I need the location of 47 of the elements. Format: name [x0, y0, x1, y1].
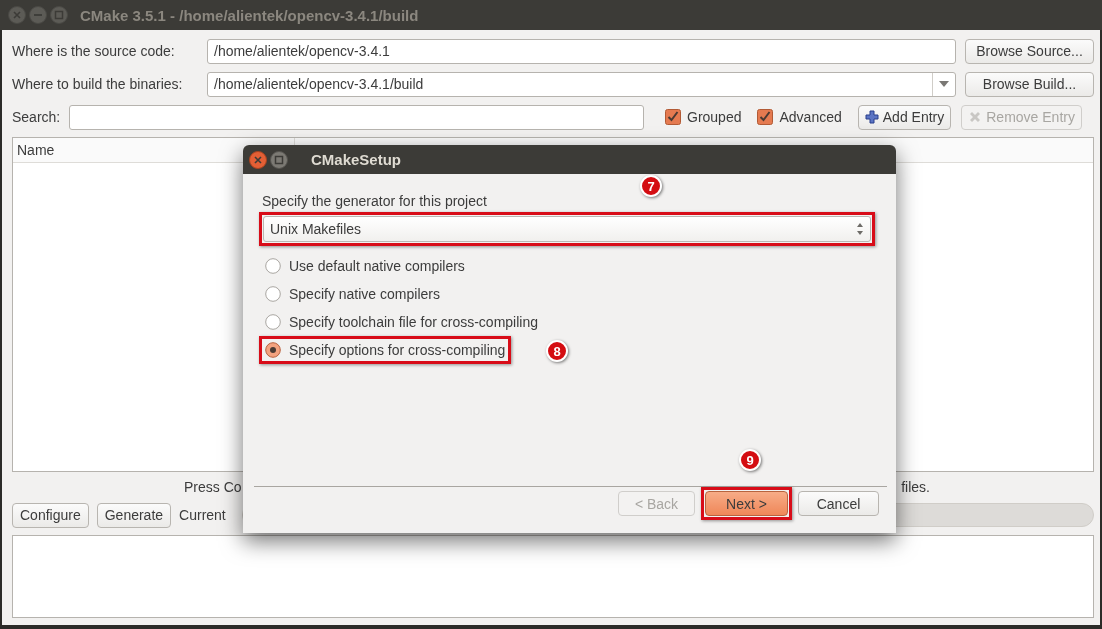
- checkbox-label: Grouped: [687, 109, 742, 125]
- path-field[interactable]: /home/alientek/opencv-3.4.1: [207, 38, 956, 64]
- maximize-button[interactable]: [50, 6, 68, 24]
- path-dropdown[interactable]: /home/alientek/opencv-3.4.1/build: [207, 71, 956, 97]
- close-button[interactable]: [249, 150, 267, 169]
- field-label: Where is the source code:: [12, 43, 176, 59]
- radio-button[interactable]: [265, 342, 281, 358]
- action-button[interactable]: Configure: [12, 502, 89, 528]
- option-row[interactable]: Specify toolchain file for cross-compiling: [263, 311, 540, 333]
- radio-button[interactable]: [265, 314, 281, 330]
- status-text: files.: [901, 479, 930, 495]
- option-row[interactable]: Specify native compilers: [263, 283, 442, 305]
- step-badge: 7: [640, 175, 662, 197]
- plus-icon: [864, 110, 879, 124]
- wizard-button[interactable]: Cancel: [798, 491, 879, 516]
- browse-button[interactable]: Browse Build...: [965, 71, 1094, 97]
- step-badge: 9: [739, 449, 761, 471]
- spinner-arrows-icon: [856, 222, 864, 236]
- dialog-title: CMakeSetup: [311, 151, 402, 168]
- radio-label: Specify native compilers: [289, 286, 440, 302]
- radio-button[interactable]: [265, 258, 281, 274]
- radio-button[interactable]: [265, 286, 281, 302]
- generator-label: Current: [179, 507, 226, 523]
- search-label: Search:: [12, 109, 62, 125]
- prompt-text: Specify the generator for this project: [262, 193, 487, 209]
- status-text: Press Co: [184, 479, 242, 495]
- checkbox[interactable]: [665, 109, 681, 125]
- cross-icon: [968, 110, 983, 124]
- generator-dropdown[interactable]: Unix Makefiles: [263, 216, 871, 242]
- radio-label: Specify toolchain file for cross-compiling: [289, 314, 538, 330]
- maximize-button[interactable]: [270, 150, 288, 169]
- add-entry-button[interactable]: Add Entry: [857, 104, 952, 130]
- window-title: CMake 3.5.1 - /home/alientek/opencv-3.4.1/build: [80, 6, 419, 24]
- browse-button[interactable]: Browse Source...: [965, 38, 1094, 64]
- checkbox[interactable]: [757, 109, 774, 125]
- checkbox-label: Advanced: [779, 109, 842, 125]
- search-field[interactable]: [69, 104, 644, 130]
- dropdown-arrow-icon: [939, 81, 949, 87]
- minimize-button[interactable]: [29, 6, 47, 24]
- step-badge: 8: [546, 340, 568, 362]
- close-button[interactable]: [8, 6, 26, 24]
- field-label: Where to build the binaries:: [12, 76, 184, 92]
- action-button[interactable]: Generate: [96, 502, 172, 528]
- radio-label: Use default native compilers: [289, 258, 465, 274]
- radio-label: Specify options for cross-compiling: [289, 342, 506, 358]
- wizard-button[interactable]: Next >: [705, 491, 788, 516]
- option-row[interactable]: Use default native compilers: [263, 255, 467, 277]
